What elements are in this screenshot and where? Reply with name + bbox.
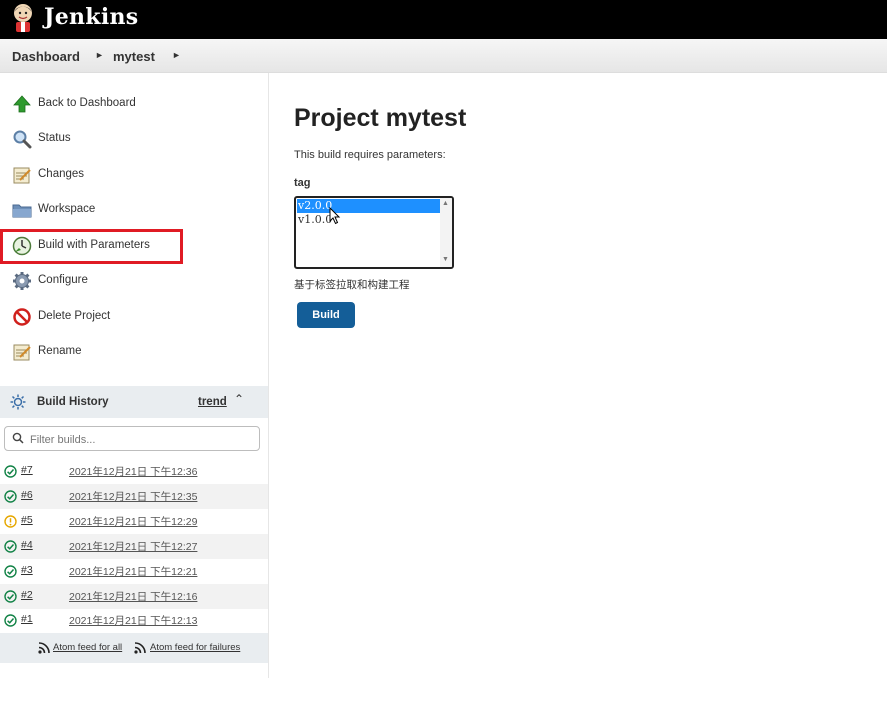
build-history-icon <box>10 394 26 410</box>
folder-icon <box>12 204 32 218</box>
breadcrumb: Dashboard ► mytest ► <box>0 39 887 73</box>
tag-select-list[interactable]: v2.0.0 v1.0.0 ▲ ▼ <box>294 196 454 269</box>
success-check-icon <box>4 590 17 603</box>
sidebar-item-label: Rename <box>38 345 82 357</box>
success-check-icon <box>4 465 17 478</box>
up-arrow-icon <box>13 95 31 113</box>
trend-link[interactable]: trend <box>198 396 227 408</box>
rss-feed-icon <box>38 642 50 654</box>
chevron-right-icon[interactable]: ► <box>95 50 104 60</box>
tag-option[interactable]: v2.0.0 <box>297 199 441 213</box>
gear-icon <box>13 272 31 290</box>
parameter-label: tag <box>294 177 311 189</box>
unstable-warning-icon <box>4 515 17 528</box>
success-check-icon <box>4 490 17 503</box>
breadcrumb-mytest[interactable]: mytest <box>113 49 155 64</box>
sidebar-item-label: Delete Project <box>38 310 111 322</box>
breadcrumb-dashboard[interactable]: Dashboard <box>12 49 80 64</box>
sidebar-item-workspace[interactable]: Workspace <box>0 194 268 224</box>
build-number-link[interactable]: #2 <box>21 589 33 601</box>
build-history-title: Build History <box>37 396 109 408</box>
atom-feed-failures-link[interactable]: Atom feed for failures <box>150 642 240 653</box>
build-number-link[interactable]: #1 <box>21 613 33 625</box>
build-row: #5 2021年12月21日 下午12:29 <box>0 509 268 534</box>
sidebar-item-changes[interactable]: Changes <box>0 159 268 189</box>
build-row: #4 2021年12月21日 下午12:27 <box>0 534 268 559</box>
scroll-down-icon[interactable]: ▼ <box>442 256 449 263</box>
search-icon <box>12 432 24 444</box>
build-date-link[interactable]: 2021年12月21日 下午12:29 <box>69 514 197 529</box>
build-date-link[interactable]: 2021年12月21日 下午12:35 <box>69 489 197 504</box>
sidebar-item-label: Configure <box>38 274 88 286</box>
chevron-up-icon[interactable]: ⌃ <box>234 392 244 406</box>
build-number-link[interactable]: #4 <box>21 539 33 551</box>
mouse-cursor-icon <box>329 207 341 225</box>
build-date-link[interactable]: 2021年12月21日 下午12:16 <box>69 589 197 604</box>
build-number-link[interactable]: #6 <box>21 489 33 501</box>
build-row: #7 2021年12月21日 下午12:36 <box>0 459 268 484</box>
sidebar-item-status[interactable]: Status <box>0 123 268 153</box>
build-button[interactable]: Build <box>297 302 355 328</box>
success-check-icon <box>4 614 17 627</box>
build-date-link[interactable]: 2021年12月21日 下午12:27 <box>69 539 197 554</box>
header-bar: Jenkins <box>0 0 887 39</box>
success-check-icon <box>4 540 17 553</box>
build-row: #6 2021年12月21日 下午12:35 <box>0 484 268 509</box>
build-row: #2 2021年12月21日 下午12:16 <box>0 584 268 609</box>
highlight-box <box>0 229 183 264</box>
build-number-link[interactable]: #5 <box>21 514 33 526</box>
tag-option[interactable]: v1.0.0 <box>297 213 441 227</box>
build-number-link[interactable]: #7 <box>21 464 33 476</box>
success-check-icon <box>4 565 17 578</box>
notepad-icon <box>13 344 31 361</box>
sidebar-item-back-to-dashboard[interactable]: Back to Dashboard <box>0 88 268 118</box>
parameter-description: 基于标签拉取和构建工程 <box>294 279 410 291</box>
filter-builds-field <box>4 426 260 451</box>
atom-feed-all-link[interactable]: Atom feed for all <box>53 642 122 653</box>
scroll-up-icon[interactable]: ▲ <box>442 200 449 207</box>
build-date-link[interactable]: 2021年12月21日 下午12:21 <box>69 564 197 579</box>
rss-feed-icon <box>134 642 146 654</box>
build-row: #3 2021年12月21日 下午12:21 <box>0 559 268 584</box>
jenkins-logo-icon[interactable] <box>10 3 36 33</box>
brand-title[interactable]: Jenkins <box>44 4 138 30</box>
no-entry-icon <box>13 308 31 326</box>
search-icon <box>13 130 32 149</box>
sidebar-item-rename[interactable]: Rename <box>0 336 268 366</box>
sidebar-item-label: Back to Dashboard <box>38 97 136 109</box>
sidebar-item-label: Changes <box>38 168 85 180</box>
build-date-link[interactable]: 2021年12月21日 下午12:13 <box>69 613 197 628</box>
sidebar-item-label: Status <box>38 132 71 144</box>
sidebar-item-delete-project[interactable]: Delete Project <box>0 301 268 331</box>
sidebar-item-configure[interactable]: Configure <box>0 265 268 295</box>
build-date-link[interactable]: 2021年12月21日 下午12:36 <box>69 464 197 479</box>
build-row: #1 2021年12月21日 下午12:13 <box>0 608 268 633</box>
chevron-right-icon[interactable]: ► <box>172 50 181 60</box>
page-subtitle: This build requires parameters: <box>294 149 446 161</box>
filter-builds-input[interactable] <box>28 429 258 450</box>
scrollbar[interactable]: ▲ ▼ <box>440 198 452 267</box>
sidebar-item-label: Workspace <box>38 203 96 215</box>
build-number-link[interactable]: #3 <box>21 564 33 576</box>
page-title: Project mytest <box>294 104 467 132</box>
notepad-icon <box>13 167 31 184</box>
